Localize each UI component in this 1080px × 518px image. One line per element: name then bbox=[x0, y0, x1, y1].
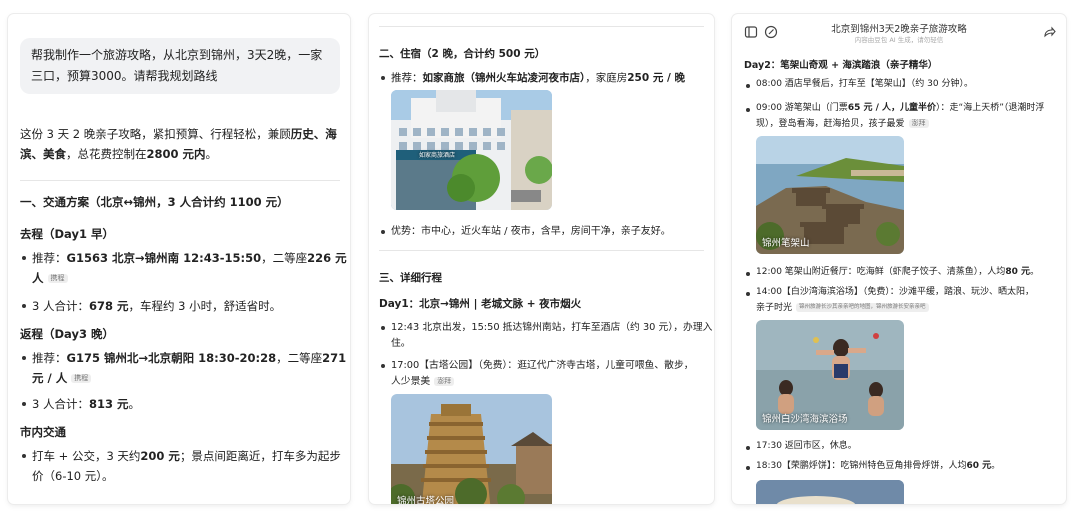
bijia-mountain-photo[interactable]: 锦州笔架山 bbox=[756, 136, 904, 254]
source-tag[interactable]: 携程 bbox=[71, 374, 92, 383]
hotel-building-image bbox=[391, 90, 552, 210]
day2-item-breakfast: 08:00 酒店早餐后，打车至【笔架山】（约 30 分钟）。 bbox=[746, 76, 973, 93]
source-tag[interactable]: 澎拜 bbox=[434, 376, 455, 386]
section-title-hotel: 二、住宿（2 晚，合计约 500 元） bbox=[379, 48, 546, 60]
source-tag[interactable]: 澎拜 bbox=[908, 119, 929, 128]
divider bbox=[20, 180, 340, 181]
divider bbox=[379, 26, 704, 27]
chat-panel-day2: 北京到锦州3天2晚亲子旅游攻略 内容由豆包 AI 生成，请勿轻信 Day2：笔架… bbox=[732, 14, 1066, 504]
city-transport-title: 市内交通 bbox=[20, 425, 66, 439]
day2-item-bijia-mountain: 09:00 游笔架山（门票65 元 / 人，儿童半价）：走“海上天桥”（退潮时浮 bbox=[745, 100, 1044, 117]
day1-item-arrive-line2: 住。 bbox=[391, 338, 411, 349]
go-trip-total: 3 人合计：678 元，车程约 3 小时，舒适省时。 bbox=[21, 296, 281, 316]
day2-item-bijia-mountain-line2: 现），登岛看海，赶海拾贝，孩子最爱 澎拜 bbox=[756, 116, 929, 133]
photo-caption: 锦州白沙湾海滨浴场 bbox=[762, 414, 848, 425]
day2-title: Day2：笔架山奇观 + 海滨踏浪（亲子精华） bbox=[744, 60, 938, 71]
return-trip-recommend: 推荐：G175 锦州北→北京朝阳 18:30-20:28，二等座271 bbox=[21, 348, 346, 368]
photo-caption: 锦州笔架山 bbox=[762, 238, 810, 249]
hotel-sign: 如家商旅酒店 bbox=[419, 152, 456, 159]
return-trip-recommend-line2: 元 / 人携程 bbox=[32, 368, 92, 388]
day1-title: Day1：北京→锦州 | 老城文脉 + 夜市烟火 bbox=[379, 298, 582, 310]
day2-item-beach: 14:00【白沙湾海滨浴场】（免费）：沙滩平缓，踏浪、玩沙、晒太阳， bbox=[746, 284, 1034, 301]
go-trip-recommend: 推荐：G1563 北京→锦州南 12:43-15:50，二等座226 元 / bbox=[22, 248, 350, 268]
chat-panel-transport: 帮我制作一个旅游攻略，从北京到锦州，3天2晚，一家三口，预算3000。请帮我规划… bbox=[8, 14, 350, 504]
section-title-itinerary: 三、详细行程 bbox=[379, 272, 442, 284]
day1-item-arrive: 12:43 北京出发，15:50 抵达锦州南站，打车至酒店（约 30 元），办理… bbox=[380, 318, 712, 338]
section-title-transport: 一、交通方案（北京↔锦州，3 人合计约 1100 元） bbox=[20, 195, 289, 209]
ancient-tower-image bbox=[391, 394, 552, 504]
city-transport-detail: 打车 + 公交，3 天约200 元；景点间距离近，打车多为起步 bbox=[22, 446, 341, 466]
source-tag[interactable]: 锦州旅游长沙其亲亲吧的地图，锦州旅游长安亲亲吧 bbox=[796, 303, 929, 312]
share-icon[interactable] bbox=[1042, 24, 1056, 38]
user-message-bubble: 帮我制作一个旅游攻略，从北京到锦州，3天2晚，一家三口，预算3000。请帮我规划… bbox=[20, 38, 340, 94]
ai-disclaimer: 内容由豆包 AI 生成，请勿轻信 bbox=[854, 36, 944, 44]
day2-item-dinner: 18:30【荣鹏烀饼】：吃锦州特色豆角排骨烀饼，人均60 元。 bbox=[745, 458, 1000, 475]
source-tag[interactable]: 携程 bbox=[47, 274, 68, 283]
return-trip-title: 返程（Day3 晚） bbox=[20, 327, 114, 341]
hotel-photo[interactable]: 如家商旅酒店 bbox=[391, 90, 552, 210]
food-image bbox=[756, 480, 904, 504]
day1-item-tower-park-line2: 人少景美 澎拜 bbox=[391, 372, 455, 392]
city-transport-detail-line2: 价（6-10 元）。 bbox=[32, 469, 114, 483]
divider bbox=[379, 250, 704, 251]
go-trip-recommend-line2: 人携程 bbox=[32, 268, 68, 288]
hotel-advantage: 优势：市中心，近火车站 / 夜市，含早，房间干净，亲子友好。 bbox=[381, 222, 671, 242]
dinner-photo-partial[interactable] bbox=[756, 480, 904, 504]
tower-park-photo[interactable]: 锦州古塔公园 bbox=[391, 394, 552, 504]
chat-panel-hotel-itinerary: 二、住宿（2 晚，合计约 500 元） 推荐：如家商旅（锦州火车站凌河夜市店），… bbox=[369, 14, 714, 504]
day2-item-return: 17:30 返回市区，休息。 bbox=[746, 438, 857, 455]
beach-photo[interactable]: 锦州白沙湾海滨浴场 bbox=[756, 320, 904, 430]
hotel-recommend: 推荐：如家商旅（锦州火车站凌河夜市店），家庭房250 元 / 晚 bbox=[381, 68, 685, 88]
go-trip-title: 去程（Day1 早） bbox=[20, 227, 114, 241]
day2-item-lunch: 12:00 笔架山附近餐厅：吃海鲜（虾爬子饺子、清蒸鱼），人均80 元。 bbox=[746, 264, 1039, 281]
day2-item-beach-line2: 亲子时光 锦州旅游长沙其亲亲吧的地图，锦州旅游长安亲亲吧 bbox=[756, 300, 929, 317]
conversation-title: 北京到锦州3天2晚亲子旅游攻略 bbox=[831, 24, 967, 35]
intro-paragraph: 这份 3 天 2 晚亲子攻略，紧扣预算、行程轻松，兼顾历史、海 bbox=[20, 127, 337, 141]
intro-paragraph-line2: 滨、美食，总花费控制在2800 元内。 bbox=[20, 147, 218, 161]
return-trip-total: 3 人合计：813 元。 bbox=[22, 394, 140, 414]
photo-caption: 锦州古塔公园 bbox=[397, 496, 455, 504]
